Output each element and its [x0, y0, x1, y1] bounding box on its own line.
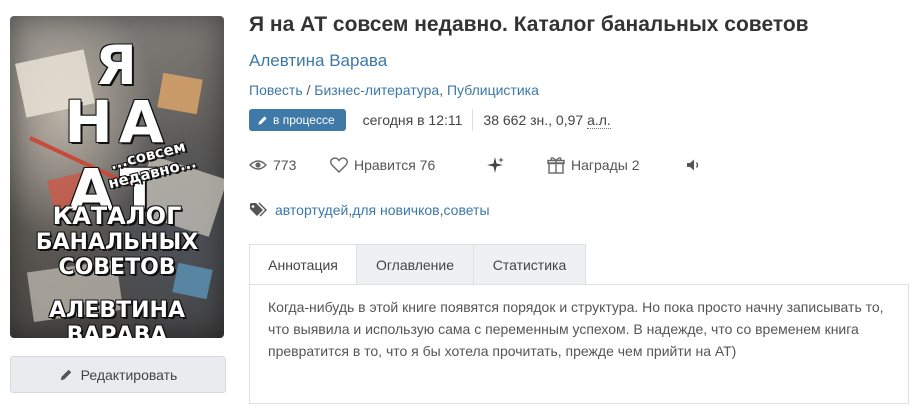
speaker-icon [687, 159, 699, 171]
genre-separator: / [302, 82, 315, 98]
book-cover[interactable]: Я НА АТ ...совсем недавно... КАТАЛОГ БАН… [10, 16, 224, 338]
tabs: Аннотация Оглавление Статистика [249, 244, 586, 285]
genres: Повесть / Бизнес-литература, Публицистик… [249, 82, 539, 98]
size-chars: 38 662 зн., 0,97 [483, 112, 588, 128]
like-button[interactable]: Нравится 76 [330, 157, 486, 173]
book-size: 38 662 зн., 0,97 а.л. [483, 112, 611, 129]
tag-link[interactable]: автортудей [275, 202, 348, 218]
genre-link[interactable]: Повесть [249, 82, 303, 98]
status-label: в процессе [273, 113, 335, 127]
genre-separator: , [439, 82, 447, 98]
size-unit[interactable]: а.л. [587, 112, 611, 129]
awards-count: 2 [631, 157, 640, 173]
cover-author: АЛЕВТИНА ВАРАВА [49, 298, 185, 338]
edit-button[interactable]: Редактировать [10, 356, 226, 393]
genre-link[interactable]: Публицистика [447, 82, 539, 98]
pencil-icon [258, 115, 267, 125]
tab-annotation[interactable]: Аннотация [249, 244, 357, 285]
audio-button[interactable] [686, 158, 708, 172]
cover-title-line: БАНАЛЬНЫХ СОВЕТОВ [35, 230, 199, 280]
tab-statistics[interactable]: Статистика [474, 244, 586, 285]
views-count: 773 [273, 157, 297, 173]
updated-time: сегодня в 12:11 [362, 112, 463, 128]
book-title: Я на АТ совсем недавно. Каталог банальны… [249, 13, 809, 36]
awards-label: Награды [571, 157, 628, 173]
cover-title-line: КАТАЛОГ [52, 202, 182, 230]
gift-icon [547, 157, 565, 174]
edit-button-label: Редактировать [80, 366, 178, 383]
stats-row: 773 Нравится 76 Награды 2 [249, 153, 708, 177]
pencil-icon [60, 369, 71, 380]
sparkles-button[interactable] [486, 156, 547, 174]
tag-link[interactable]: для новичков [352, 202, 439, 218]
tab-contents[interactable]: Оглавление [357, 244, 474, 285]
tag-link[interactable]: советы [444, 202, 490, 218]
genre-link[interactable]: Бизнес-литература [314, 82, 439, 98]
tag-icon [250, 202, 267, 217]
author-link[interactable]: Алевтина Варава [249, 51, 387, 71]
status-row: в процессе сегодня в 12:11 38 662 зн., 0… [249, 109, 611, 131]
tags-row: автортудей, для новичков, советы [249, 199, 490, 221]
status-badge: в процессе [249, 109, 346, 131]
divider [472, 109, 474, 131]
annotation-text: Когда-нибудь в этой книге появятся поряд… [268, 299, 884, 359]
likes-label: Нравится [354, 157, 416, 173]
awards-button[interactable]: Награды 2 [547, 156, 686, 174]
views-stat: 773 [249, 157, 330, 173]
sparkles-icon [487, 157, 504, 173]
likes-count: 76 [419, 157, 436, 173]
heart-icon [330, 157, 348, 173]
annotation-panel: Когда-нибудь в этой книге появятся поряд… [249, 284, 909, 404]
eye-icon [249, 160, 267, 170]
